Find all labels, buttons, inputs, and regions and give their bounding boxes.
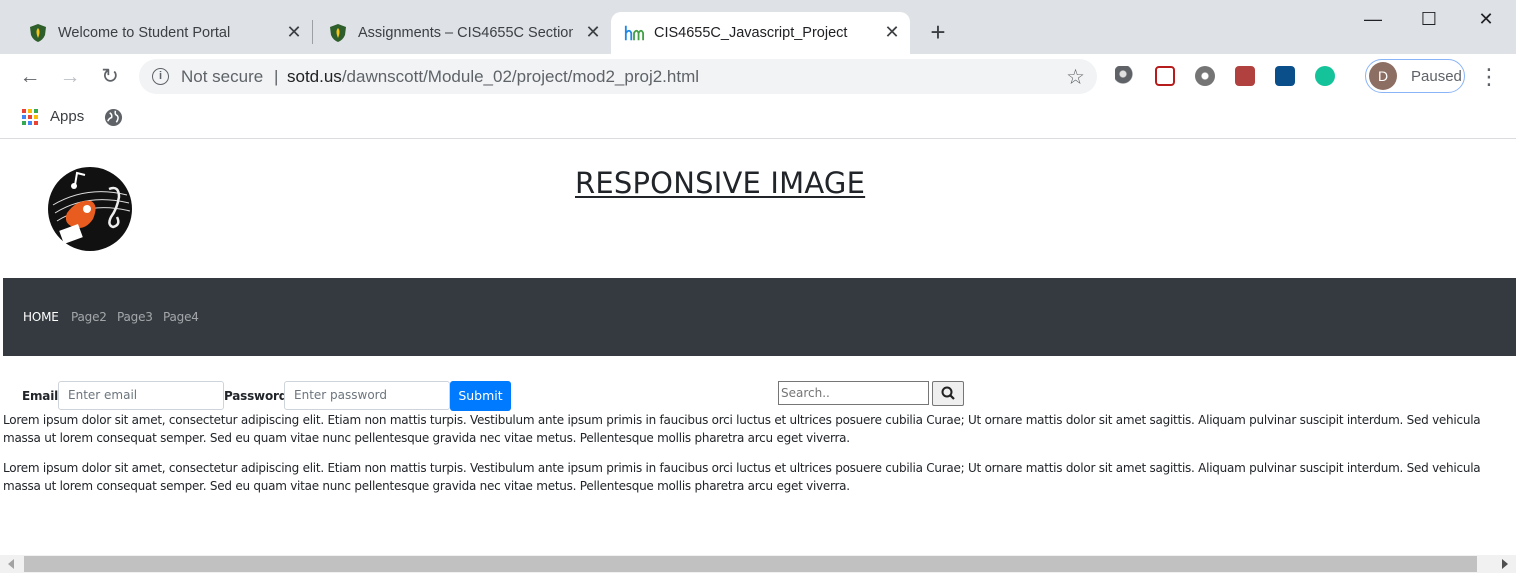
extension-privacy-icon[interactable] — [1195, 66, 1215, 86]
forward-button[interactable]: → — [57, 64, 83, 90]
bookmark-star-icon[interactable]: ☆ — [1066, 65, 1085, 90]
scrollbar-thumb[interactable] — [24, 556, 1477, 572]
globe-icon[interactable] — [104, 108, 123, 127]
page-title: RESPONSIVE IMAGE — [575, 166, 866, 200]
web-page: RESPONSIVE IMAGE HOME Page2 Page3 Page4 … — [3, 140, 1516, 555]
url-host: sotd.us — [287, 67, 342, 86]
browser-toolbar: ← → ↻ i Not secure | sotd.us/dawnscott/M… — [0, 54, 1516, 100]
tab-title: CIS4655C_Javascript_Project — [654, 25, 848, 41]
browser-menu-icon[interactable]: ⋮ — [1478, 64, 1500, 90]
profile-status: Paused — [1411, 67, 1462, 85]
bookmarks-bar: Apps — [0, 100, 1516, 139]
shield-icon — [28, 23, 48, 43]
tab-title: Welcome to Student Portal — [58, 25, 231, 41]
login-form: Email: Enter email Password: Enter passw… — [3, 381, 1516, 411]
body-paragraph: Lorem ipsum dolor sit amet, consectetur … — [3, 413, 1481, 445]
apps-grid-icon — [22, 108, 38, 125]
music-logo — [48, 167, 132, 251]
site-navbar: HOME Page2 Page3 Page4 — [3, 278, 1516, 356]
horizontal-scrollbar[interactable] — [0, 555, 1516, 573]
extension-eclipse-icon[interactable] — [1115, 66, 1135, 86]
extension-search-icon[interactable] — [1275, 66, 1295, 86]
tab-close-icon[interactable]: ✕ — [882, 22, 902, 42]
extension-mcafee-icon[interactable] — [1155, 66, 1175, 86]
new-tab-button[interactable]: + — [925, 19, 951, 46]
info-icon[interactable]: i — [152, 68, 169, 85]
email-label: Email: — [22, 389, 63, 403]
hm-logo-icon — [624, 23, 644, 43]
body-paragraph: Lorem ipsum dolor sit amet, consectetur … — [3, 461, 1481, 493]
email-field[interactable]: Enter email — [58, 381, 224, 410]
nav-link-home[interactable]: HOME — [23, 310, 59, 324]
extension-grammarly-icon[interactable] — [1315, 66, 1335, 86]
address-separator: | — [274, 67, 279, 86]
back-button[interactable]: ← — [17, 64, 43, 90]
tab-close-icon[interactable]: ✕ — [583, 22, 603, 42]
reload-button[interactable]: ↻ — [97, 64, 123, 90]
close-window-button[interactable]: ✕ — [1471, 6, 1501, 32]
nav-link-page2[interactable]: Page2 — [71, 310, 107, 324]
tab-title: Assignments – CIS4655C Section — [358, 25, 573, 41]
search-button[interactable] — [932, 381, 964, 406]
scroll-right-arrow-icon[interactable] — [1502, 559, 1508, 569]
shield-icon — [328, 23, 348, 43]
nav-link-page3[interactable]: Page3 — [117, 310, 153, 324]
password-field[interactable]: Enter password — [284, 381, 450, 410]
search-icon — [941, 386, 955, 400]
bookmark-apps[interactable]: Apps — [22, 108, 84, 125]
tab-assignments[interactable]: Assignments – CIS4655C Section ✕ — [300, 12, 611, 54]
minimize-button[interactable]: — — [1358, 6, 1388, 32]
apps-label: Apps — [50, 108, 85, 125]
submit-button[interactable]: Submit — [450, 381, 511, 411]
tab-student-portal[interactable]: Welcome to Student Portal ✕ — [0, 12, 312, 54]
url-path: /dawnscott/Module_02/project/mod2_proj2.… — [341, 67, 700, 86]
extension-pdf-icon[interactable] — [1235, 66, 1255, 86]
password-label: Password: — [224, 389, 292, 403]
url-text[interactable]: sotd.us/dawnscott/Module_02/project/mod2… — [287, 67, 699, 87]
profile-button[interactable]: D Paused — [1365, 59, 1465, 93]
avatar: D — [1369, 62, 1397, 90]
maximize-button[interactable]: ☐ — [1414, 6, 1444, 32]
tab-strip: Welcome to Student Portal ✕ Assignments … — [0, 0, 1516, 54]
search-input[interactable]: Search.. — [778, 381, 929, 405]
scroll-left-arrow-icon[interactable] — [8, 559, 14, 569]
tab-javascript-project[interactable]: CIS4655C_Javascript_Project ✕ — [611, 12, 910, 54]
address-bar[interactable]: i Not secure | sotd.us/dawnscott/Module_… — [139, 59, 1097, 94]
nav-link-page4[interactable]: Page4 — [163, 310, 199, 324]
security-label[interactable]: Not secure — [181, 67, 263, 87]
